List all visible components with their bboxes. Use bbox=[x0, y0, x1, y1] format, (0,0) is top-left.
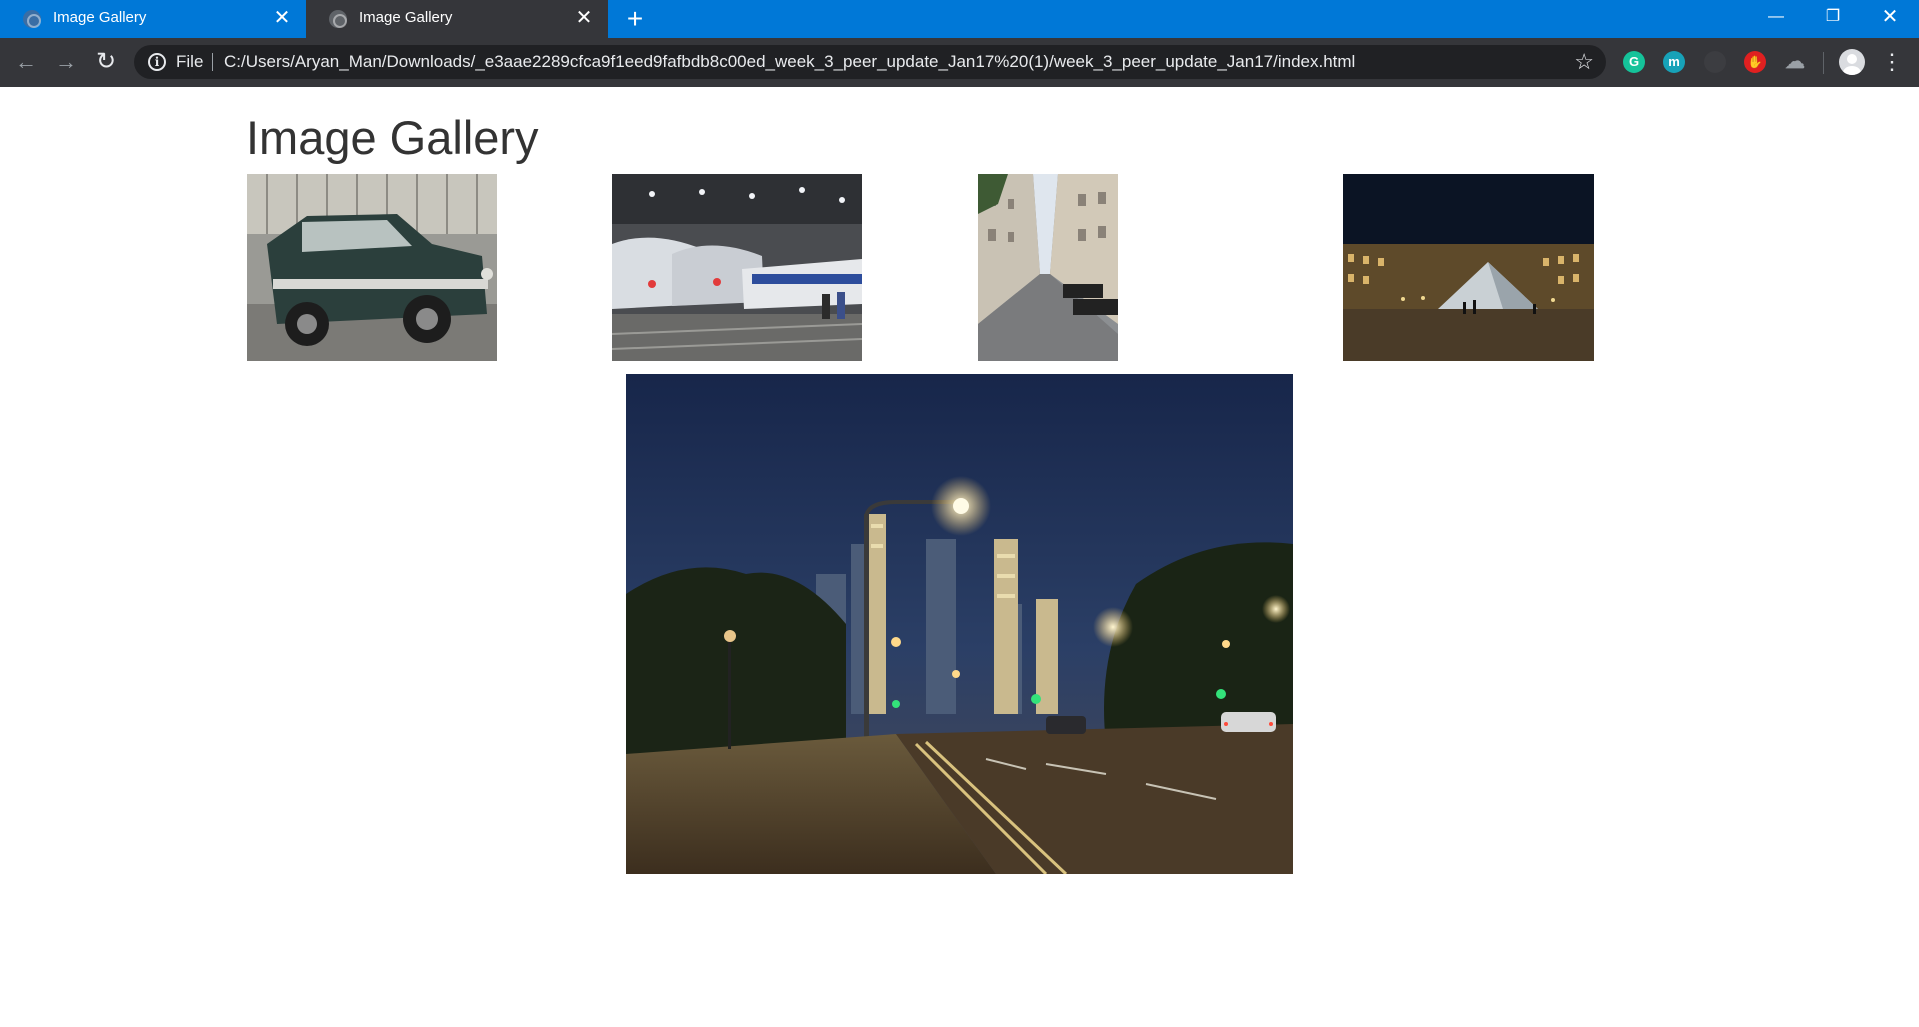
m-extension-icon[interactable]: m bbox=[1663, 51, 1685, 73]
close-icon[interactable]: ✕ bbox=[272, 8, 292, 28]
new-tab-button[interactable]: + bbox=[620, 4, 650, 34]
page-title: Image Gallery bbox=[246, 111, 539, 164]
cloud-extension-icon[interactable]: ☁ bbox=[1784, 51, 1806, 73]
extension-icon[interactable] bbox=[1704, 51, 1726, 73]
bookmark-star-icon[interactable]: ☆ bbox=[1574, 48, 1594, 76]
divider bbox=[212, 53, 213, 71]
tab-image-gallery-2[interactable]: Image Gallery ✕ bbox=[306, 0, 608, 38]
gallery-thumbnail-street[interactable] bbox=[978, 174, 1118, 361]
car-photo bbox=[247, 174, 497, 361]
close-icon[interactable]: ✕ bbox=[574, 8, 594, 28]
back-button[interactable]: ← bbox=[10, 46, 42, 78]
info-icon[interactable]: i bbox=[148, 53, 166, 71]
address-bar[interactable]: i File C:/Users/Aryan_Man/Downloads/_e3a… bbox=[134, 45, 1606, 79]
tab-strip: Image Gallery ✕ Image Gallery ✕ + — ❐ ✕ bbox=[0, 0, 1919, 38]
page-content: Image Gallery bbox=[0, 87, 1919, 1027]
featured-image[interactable] bbox=[626, 374, 1293, 874]
tab-title: Image Gallery bbox=[359, 9, 453, 26]
tab-title: Image Gallery bbox=[53, 9, 147, 26]
tab-image-gallery-1[interactable]: Image Gallery ✕ bbox=[0, 0, 306, 38]
louvre-photo bbox=[1343, 174, 1594, 361]
profile-avatar[interactable] bbox=[1839, 49, 1865, 75]
city-night-photo bbox=[626, 374, 1293, 874]
gallery-thumbnail-car[interactable] bbox=[247, 174, 497, 361]
trains-photo bbox=[612, 174, 862, 361]
gallery-thumbnail-louvre[interactable] bbox=[1343, 174, 1594, 361]
forward-button[interactable]: → bbox=[50, 46, 82, 78]
restore-button[interactable]: ❐ bbox=[1805, 0, 1861, 38]
more-menu-icon[interactable]: ⋮ bbox=[1881, 48, 1903, 76]
street-photo bbox=[978, 174, 1118, 361]
browser-toolbar: ← → ↻ i File C:/Users/Aryan_Man/Download… bbox=[0, 38, 1919, 87]
grammarly-extension-icon[interactable]: G bbox=[1623, 51, 1645, 73]
minimize-button[interactable]: — bbox=[1748, 0, 1804, 38]
gallery-thumbnail-trains[interactable] bbox=[612, 174, 862, 361]
close-window-button[interactable]: ✕ bbox=[1862, 0, 1918, 38]
toolbar-divider bbox=[1823, 52, 1824, 74]
globe-icon bbox=[329, 10, 347, 28]
globe-icon bbox=[23, 10, 41, 28]
reload-button[interactable]: ↻ bbox=[90, 46, 122, 78]
stop-hand-extension-icon[interactable]: ✋ bbox=[1744, 51, 1766, 73]
url-text[interactable]: C:/Users/Aryan_Man/Downloads/_e3aae2289c… bbox=[224, 52, 1355, 72]
url-scheme: File bbox=[176, 52, 204, 71]
